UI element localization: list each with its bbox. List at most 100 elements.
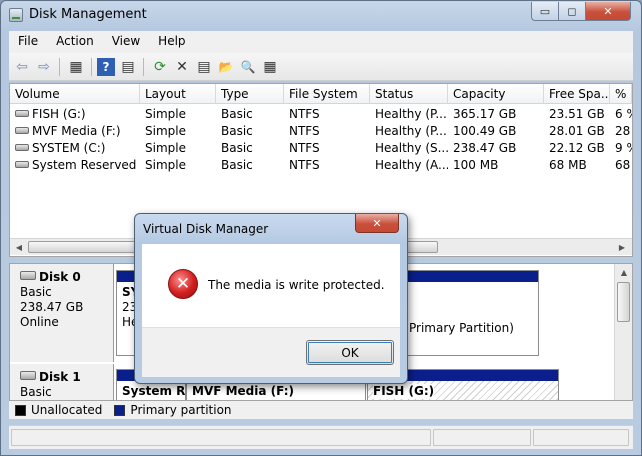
cell-percent: 68 [615,158,631,172]
forward-icon[interactable]: ⇨ [35,58,53,76]
cell-type: Basic [221,141,253,155]
legend-label-primary: Primary partition [130,403,232,417]
properties-icon[interactable]: ▤ [119,58,137,76]
cell-capacity: 365.17 GB [453,107,517,121]
dialog-body: ✕ The media is write protected. [142,244,400,327]
cell-layout: Simple [145,124,186,138]
ok-button[interactable]: OK [306,340,394,365]
help-icon[interactable]: ? [97,58,115,76]
scroll-thumb[interactable] [617,282,630,322]
delete-icon[interactable]: ✕ [173,58,191,76]
cell-status: Healthy (P... [375,124,447,138]
cell-capacity: 100 MB [453,158,499,172]
drive-icon [15,161,29,168]
search-icon[interactable]: 🔍 [239,58,257,76]
cell-file-system: NTFS [289,107,320,121]
disk-0-label[interactable]: Disk 0 Basic 238.47 GB Online [10,264,114,362]
disk-management-icon [9,8,23,22]
window-title: Disk Management [29,7,147,22]
partition-label: MVF Media (F:) [192,384,294,398]
menu-file[interactable]: File [9,31,47,53]
cell-file-system: NTFS [289,158,320,172]
disk-1-type: Basic [20,385,52,399]
column-header-percent[interactable]: % [610,84,632,104]
column-header-capacity[interactable]: Capacity [448,84,544,104]
cell-type: Basic [221,158,253,172]
console-tree-icon[interactable]: ▦ [67,58,85,76]
menu-view[interactable]: View [103,31,149,53]
volume-name: SYSTEM (C:) [32,141,106,155]
disk-1-label[interactable]: Disk 1 Basic [10,364,114,400]
table-row[interactable]: MVF Media (F:) Simple Basic NTFS Healthy… [10,123,632,140]
legend-swatch-unallocated [15,404,26,416]
cell-status: Healthy (A... [375,158,448,172]
cell-free-space: 28.01 GB [549,124,605,138]
cell-volume: SYSTEM (C:) [10,141,140,155]
menu-help[interactable]: Help [149,31,194,53]
column-header-file-system[interactable]: File System [284,84,370,104]
title-bar[interactable]: Disk Management ▭ ◻ ✕ [1,1,641,31]
drive-icon [15,144,29,151]
cell-percent: 28 [615,124,631,138]
cell-layout: Simple [145,107,186,121]
column-header-layout[interactable]: Layout [140,84,216,104]
open-folder-icon[interactable]: 📂 [217,58,235,76]
vertical-scrollbar[interactable]: ▲ [614,264,632,400]
cell-free-space: 23.51 GB [549,107,605,121]
partition-label: System Re [122,384,186,398]
table-row[interactable]: SYSTEM (C:) Simple Basic NTFS Healthy (S… [10,140,632,157]
volume-table-header: Volume Layout Type File System Status Ca… [10,84,632,104]
column-header-free-space[interactable]: Free Spa... [544,84,610,104]
scroll-left-icon[interactable]: ◀ [11,240,27,254]
legend-swatch-primary [114,404,126,416]
cell-layout: Simple [145,158,186,172]
cell-free-space: 22.12 GB [549,141,605,155]
virtual-disk-manager-dialog: Virtual Disk Manager ✕ ✕ The media is wr… [134,213,408,384]
disk-0-size: 238.47 GB [20,300,84,314]
toolbar-separator [91,58,92,76]
volume-name: FISH (G:) [32,107,86,121]
cell-capacity: 238.47 GB [453,141,517,155]
dialog-message: The media is write protected. [208,278,385,292]
cell-type: Basic [221,124,253,138]
disk-0-state: Online [20,315,59,329]
status-cell [533,429,629,446]
cell-volume: FISH (G:) [10,107,140,121]
toolbar: ⇦ ⇨ ▦ ? ▤ ⟳ ✕ ▤ 📂 🔍 ▦ [9,53,633,81]
cell-volume: System Reserved (... [10,158,140,172]
console-icon[interactable]: ▦ [261,58,279,76]
disk-1-name: Disk 1 [20,370,113,385]
column-header-status[interactable]: Status [370,84,448,104]
status-cell [433,429,531,446]
cell-volume: MVF Media (F:) [10,124,140,138]
partition-status: Primary Partition) [409,321,514,335]
table-row[interactable]: System Reserved (... Simple Basic NTFS H… [10,157,632,174]
disk-0-type: Basic [20,285,52,299]
cell-percent: 6 % [615,107,632,121]
properties-icon[interactable]: ▤ [195,58,213,76]
column-header-type[interactable]: Type [216,84,284,104]
drive-icon [15,127,29,134]
scroll-right-icon[interactable]: ▶ [614,240,630,254]
scroll-up-icon[interactable]: ▲ [616,265,632,279]
dialog-close-button[interactable]: ✕ [355,214,399,233]
cell-status: Healthy (P... [375,107,447,121]
maximize-button[interactable]: ◻ [558,2,586,21]
column-header-volume[interactable]: Volume [10,84,140,104]
menu-action[interactable]: Action [47,31,103,53]
menu-bar: File Action View Help [9,31,633,53]
volume-name: System Reserved (... [32,158,140,172]
cell-percent: 9 % [615,141,632,155]
status-cell [11,429,431,446]
cell-layout: Simple [145,141,186,155]
toolbar-separator [143,58,144,76]
refresh-icon[interactable]: ⟳ [151,58,169,76]
dialog-footer: OK [142,327,400,377]
error-icon: ✕ [168,269,198,299]
dialog-title: Virtual Disk Manager [143,222,269,236]
table-row[interactable]: FISH (G:) Simple Basic NTFS Healthy (P..… [10,106,632,123]
partition-legend: Unallocated Primary partition [9,401,633,419]
minimize-button[interactable]: ▭ [531,2,559,21]
back-icon[interactable]: ⇦ [13,58,31,76]
close-button[interactable]: ✕ [585,2,631,21]
